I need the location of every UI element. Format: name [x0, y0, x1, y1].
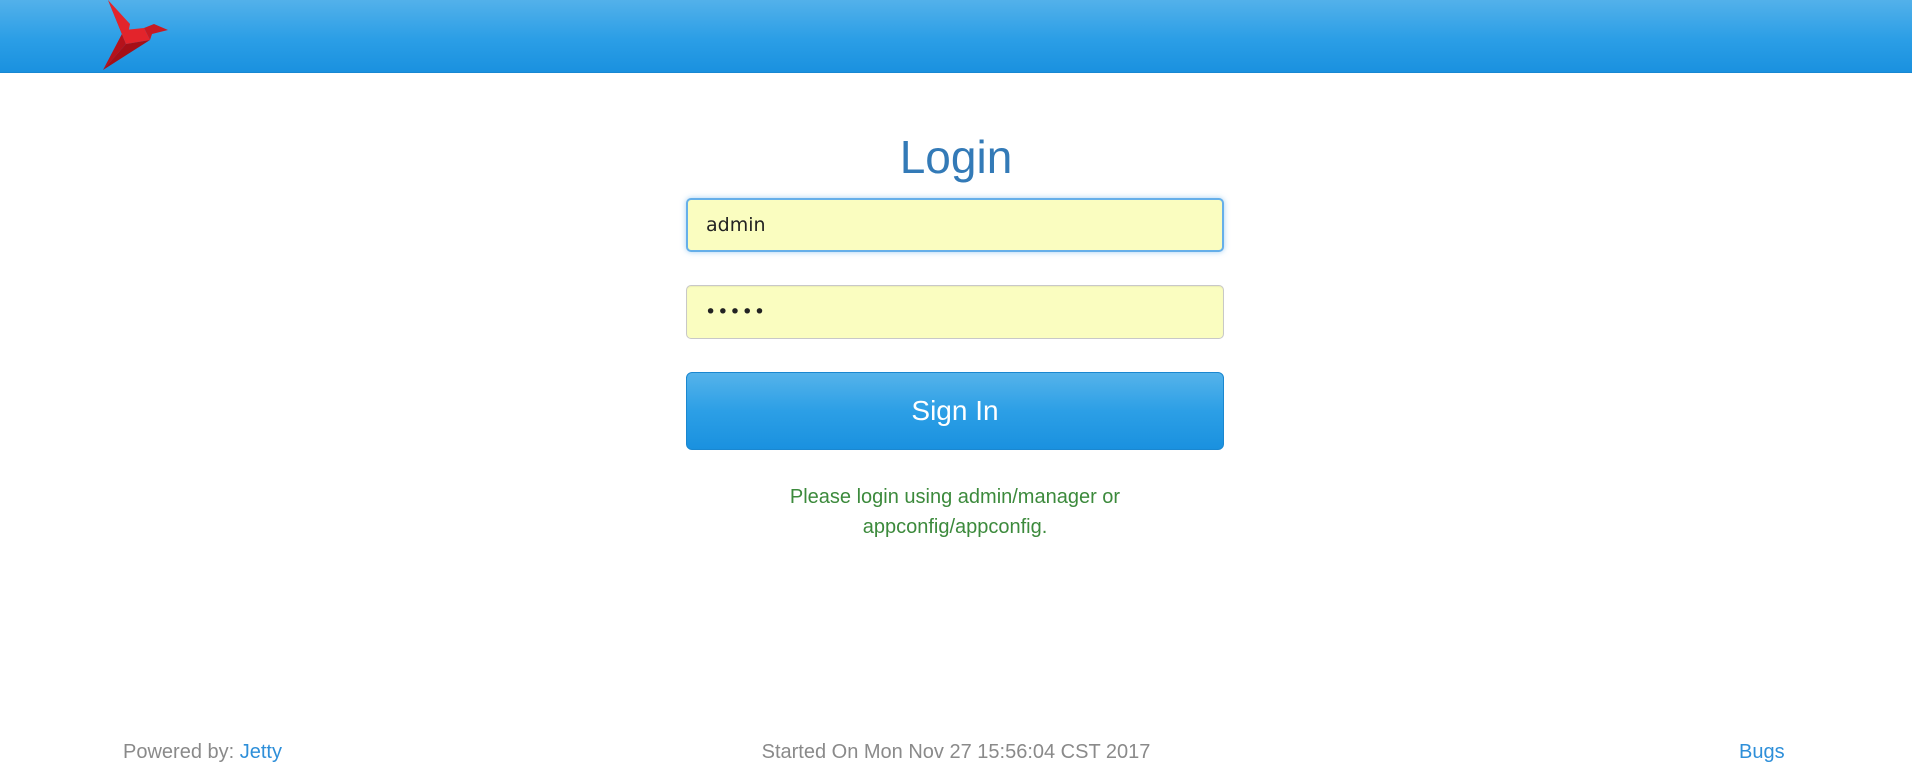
username-input[interactable]	[686, 198, 1224, 252]
sign-in-button[interactable]: Sign In	[686, 372, 1224, 450]
top-header-bar	[0, 0, 1912, 73]
bird-logo-icon[interactable]	[100, 0, 172, 72]
login-title: Login	[899, 131, 1013, 183]
login-hint-line-2: appconfig/appconfig.	[862, 516, 1048, 538]
password-input[interactable]	[686, 285, 1224, 339]
footer-bugs: Bugs	[1739, 740, 1785, 764]
login-hint: Please login using admin/manager or appc…	[686, 482, 1224, 542]
login-hint-line-1: Please login using admin/manager or	[789, 486, 1121, 508]
bugs-link[interactable]: Bugs	[1739, 741, 1785, 763]
footer-started-on: Started On Mon Nov 27 15:56:04 CST 2017	[761, 741, 1151, 763]
